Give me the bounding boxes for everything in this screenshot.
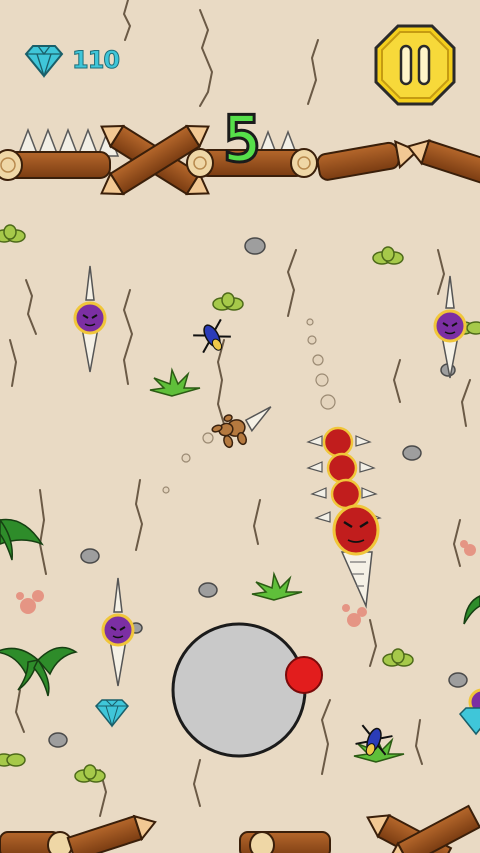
gem-counter: 110 [24, 42, 121, 78]
diamond-pickup [94, 699, 130, 728]
score-value: 5 [221, 103, 263, 177]
game-screen[interactable]: 110 5 [0, 0, 480, 853]
virtual-joystick[interactable] [171, 622, 327, 768]
joystick-knob[interactable] [285, 656, 323, 694]
pause-icon [374, 24, 456, 106]
diamond-pickup [458, 707, 480, 736]
gem-count-value: 110 [71, 46, 120, 75]
joystick-base[interactable] [171, 622, 307, 758]
log-barrier-bottom [0, 804, 480, 853]
spiked-worm [306, 426, 382, 609]
diamond-icon [24, 45, 64, 78]
pause-button[interactable] [374, 24, 456, 110]
